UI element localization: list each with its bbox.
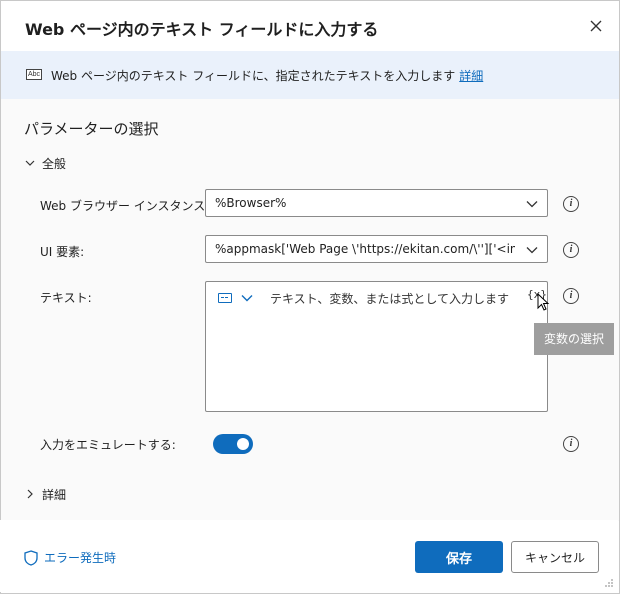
chevron-right-icon	[27, 489, 33, 499]
emulate-input-label: 入力をエミュレートする:	[40, 438, 176, 452]
info-banner: Abc Web ページ内のテキスト フィールドに、指定されたテキストを入力します…	[1, 51, 619, 99]
variable-select-tooltip: 変数の選択	[534, 323, 614, 355]
shield-icon	[24, 549, 38, 566]
text-type-icon[interactable]	[218, 293, 232, 303]
info-icon[interactable]: i	[563, 196, 579, 212]
banner-description: Web ページ内のテキスト フィールドに、指定されたテキストを入力します	[51, 69, 456, 83]
ui-element-label: UI 要素:	[40, 245, 85, 259]
close-button[interactable]	[585, 15, 607, 37]
ui-element-value: %appmask['Web Page \'https://ekitan.com/…	[215, 242, 515, 256]
mouse-cursor-icon	[537, 293, 550, 311]
info-icon[interactable]: i	[563, 436, 579, 452]
text-input-area[interactable]: テキスト、変数、または式として入力します {x}	[205, 281, 548, 412]
dialog-title: Web ページ内のテキスト フィールドに入力する	[25, 20, 379, 39]
cancel-button[interactable]: キャンセル	[511, 541, 599, 573]
general-group-label: 全般	[42, 156, 67, 171]
browser-instance-label: Web ブラウザー インスタンス:	[40, 199, 210, 213]
abc-text-icon: Abc	[26, 69, 42, 80]
text-placeholder: テキスト、変数、または式として入力します	[270, 292, 510, 306]
general-group-toggle[interactable]: 全般	[24, 155, 66, 171]
details-group-toggle[interactable]: 詳細	[24, 486, 66, 502]
chevron-down-icon	[526, 247, 538, 254]
details-group-label: 詳細	[42, 487, 67, 502]
close-icon	[590, 20, 602, 32]
resize-grip-icon[interactable]	[604, 578, 614, 588]
ui-element-dropdown[interactable]: %appmask['Web Page \'https://ekitan.com/…	[205, 235, 548, 263]
info-icon[interactable]: i	[563, 242, 579, 258]
browser-instance-dropdown[interactable]: %Browser%	[205, 189, 548, 217]
chevron-down-icon	[526, 201, 538, 208]
chevron-down-icon	[25, 160, 35, 166]
on-error-label: エラー発生時	[44, 551, 117, 565]
chevron-down-icon[interactable]	[240, 291, 254, 305]
parameters-title: パラメーターの選択	[24, 120, 159, 138]
emulate-input-toggle[interactable]	[213, 434, 253, 454]
info-text: Web ページ内のテキスト フィールドに、指定されたテキストを入力します 詳細	[51, 67, 483, 84]
browser-instance-value: %Browser%	[215, 196, 287, 210]
details-link[interactable]: 詳細	[459, 69, 483, 83]
on-error-link[interactable]: エラー発生時	[24, 549, 116, 566]
title-bar: Web ページ内のテキスト フィールドに入力する	[1, 1, 619, 51]
toggle-knob	[237, 438, 249, 450]
save-button[interactable]: 保存	[415, 541, 503, 573]
info-icon[interactable]: i	[563, 288, 579, 304]
text-label: テキスト:	[40, 291, 92, 305]
